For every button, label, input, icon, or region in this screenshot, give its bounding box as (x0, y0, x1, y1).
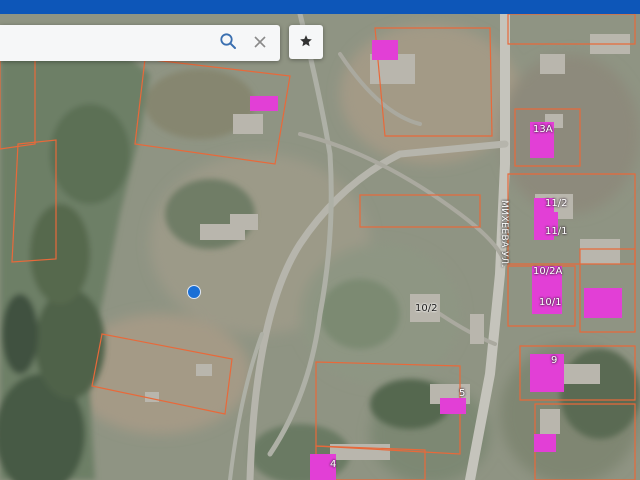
house-number-5[interactable]: 5 (459, 388, 465, 399)
search-box (0, 25, 280, 61)
house-number-10-1[interactable]: 10/1 (539, 297, 561, 308)
house-number-10-2a[interactable]: 10/2А (533, 266, 562, 277)
house-number-4[interactable]: 4 (330, 459, 336, 470)
search-input[interactable] (6, 31, 210, 57)
search-icon (219, 32, 237, 54)
clear-button[interactable] (248, 31, 272, 55)
house-number-13a[interactable]: 13А (533, 124, 553, 135)
favorites-button[interactable] (289, 25, 323, 59)
house-number-11-1[interactable]: 11/1 (545, 226, 567, 237)
house-number-9[interactable]: 9 (551, 355, 557, 366)
street-label: МИХЕЕВА УЛ. (499, 200, 509, 268)
star-icon (299, 33, 313, 52)
satellite-map[interactable] (0, 14, 640, 480)
house-number-10-2[interactable]: 10/2 (415, 303, 437, 314)
location-dot-icon[interactable] (187, 285, 201, 299)
search-button[interactable] (216, 31, 240, 55)
close-icon (253, 33, 267, 54)
house-number-11-2[interactable]: 11/2 (545, 198, 567, 209)
